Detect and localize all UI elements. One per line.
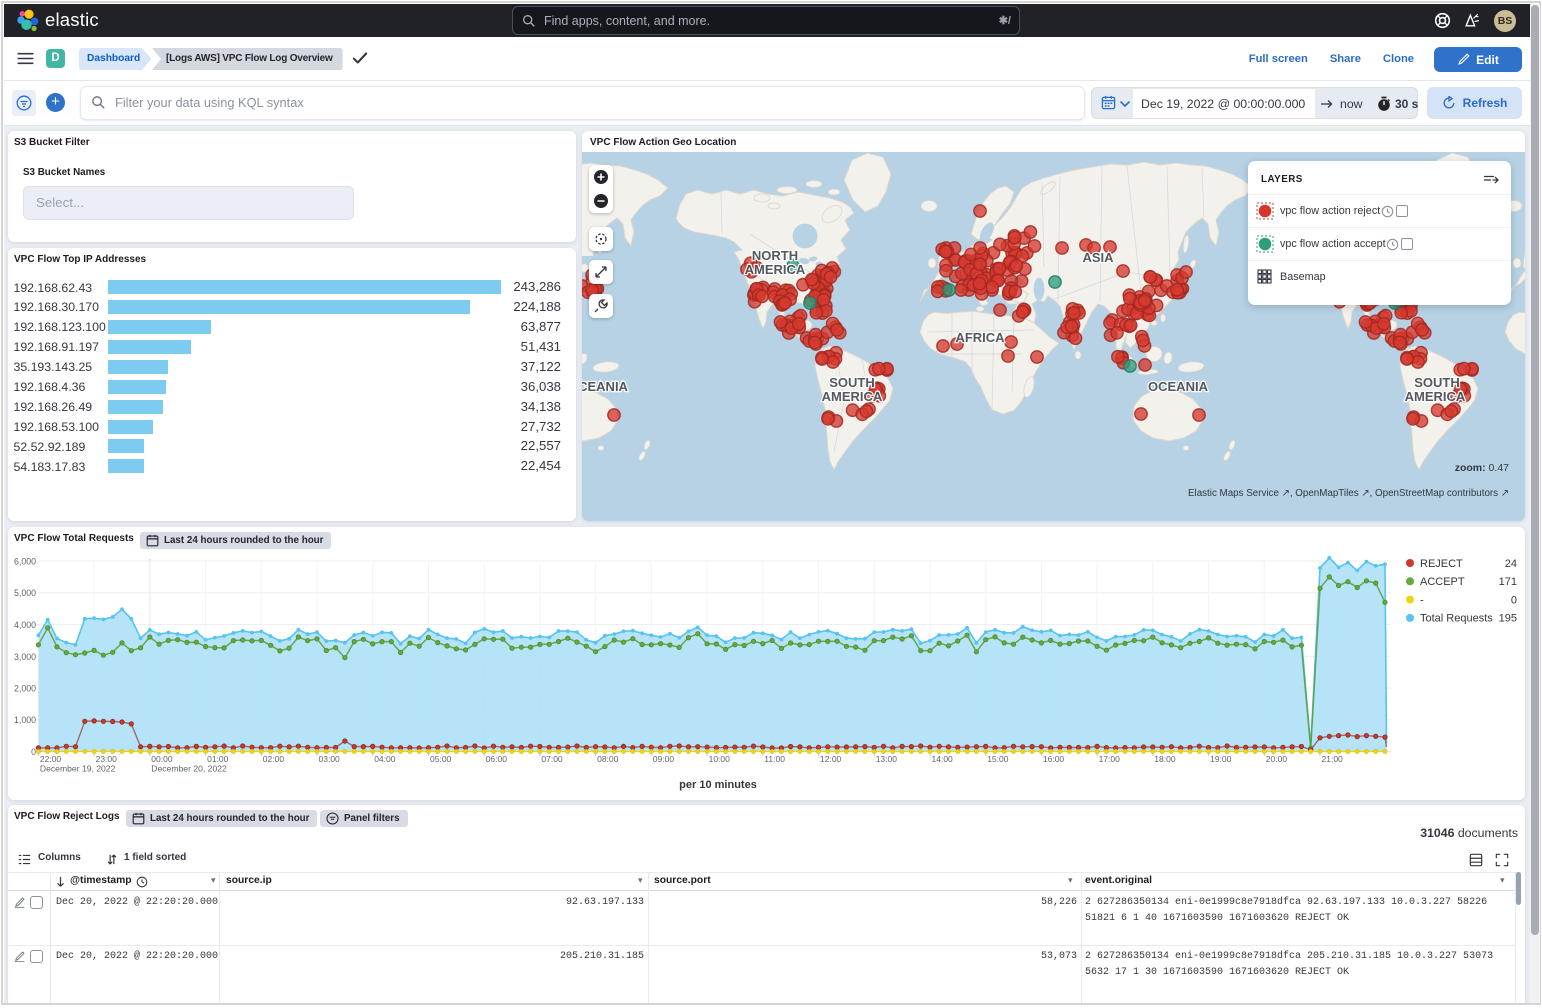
svg-text:per 10 minutes: per 10 minutes <box>679 779 757 791</box>
svg-text:21:00: 21:00 <box>1322 754 1344 764</box>
svg-text:0: 0 <box>31 747 36 757</box>
svg-text:SOUTH: SOUTH <box>829 375 875 390</box>
svg-text:2,000: 2,000 <box>14 684 36 694</box>
svg-text:ASIA: ASIA <box>1082 250 1114 265</box>
svg-text:00:00: 00:00 <box>151 754 173 764</box>
svg-text:11:00: 11:00 <box>764 754 785 764</box>
svg-text:5,000: 5,000 <box>14 588 36 598</box>
svg-text:19:00: 19:00 <box>1210 754 1232 764</box>
svg-text:08:00: 08:00 <box>597 754 619 764</box>
svg-text:24: 24 <box>1505 558 1517 570</box>
svg-text:15:00: 15:00 <box>987 754 1009 764</box>
svg-text:06:00: 06:00 <box>486 754 508 764</box>
svg-text:1,000: 1,000 <box>14 715 36 725</box>
svg-text:195: 195 <box>1499 613 1517 625</box>
svg-text:REJECT: REJECT <box>1420 558 1463 570</box>
svg-text:SOUTH: SOUTH <box>1414 375 1460 390</box>
svg-text:Total Requests: Total Requests <box>1420 613 1493 625</box>
svg-text:09:00: 09:00 <box>653 754 675 764</box>
svg-text:OCEANIA: OCEANIA <box>582 379 629 394</box>
svg-text:03:00: 03:00 <box>319 754 341 764</box>
svg-text:OCEANIA: OCEANIA <box>1148 379 1209 394</box>
svg-text:AMERICA: AMERICA <box>1405 389 1466 404</box>
svg-text:3,000: 3,000 <box>14 652 36 662</box>
svg-text:18:00: 18:00 <box>1154 754 1176 764</box>
svg-text:December 20, 2022: December 20, 2022 <box>151 764 227 774</box>
svg-text:22:00: 22:00 <box>40 754 62 764</box>
svg-text:ACCEPT: ACCEPT <box>1420 576 1465 588</box>
svg-text:-: - <box>1420 594 1424 606</box>
svg-text:171: 171 <box>1499 576 1517 588</box>
svg-text:23:00: 23:00 <box>96 754 118 764</box>
svg-text:13:00: 13:00 <box>876 754 898 764</box>
svg-text:17:00: 17:00 <box>1099 754 1121 764</box>
svg-text:0: 0 <box>1511 594 1517 606</box>
svg-text:04:00: 04:00 <box>374 754 396 764</box>
svg-text:AFRICA: AFRICA <box>955 330 1005 345</box>
svg-text:07:00: 07:00 <box>541 754 563 764</box>
svg-text:4,000: 4,000 <box>14 620 36 630</box>
svg-text:6,000: 6,000 <box>14 557 36 567</box>
svg-text:16:00: 16:00 <box>1043 754 1065 764</box>
svg-text:05:00: 05:00 <box>430 754 452 764</box>
svg-text:AMERICA: AMERICA <box>745 262 806 277</box>
svg-text:AMERICA: AMERICA <box>822 389 883 404</box>
svg-text:02:00: 02:00 <box>263 754 285 764</box>
svg-text:14:00: 14:00 <box>932 754 954 764</box>
svg-text:12:00: 12:00 <box>820 754 842 764</box>
svg-text:01:00: 01:00 <box>207 754 229 764</box>
svg-text:20:00: 20:00 <box>1266 754 1288 764</box>
svg-text:10:00: 10:00 <box>709 754 731 764</box>
svg-text:December 19, 2022: December 19, 2022 <box>40 764 116 774</box>
svg-text:NORTH: NORTH <box>752 248 798 263</box>
